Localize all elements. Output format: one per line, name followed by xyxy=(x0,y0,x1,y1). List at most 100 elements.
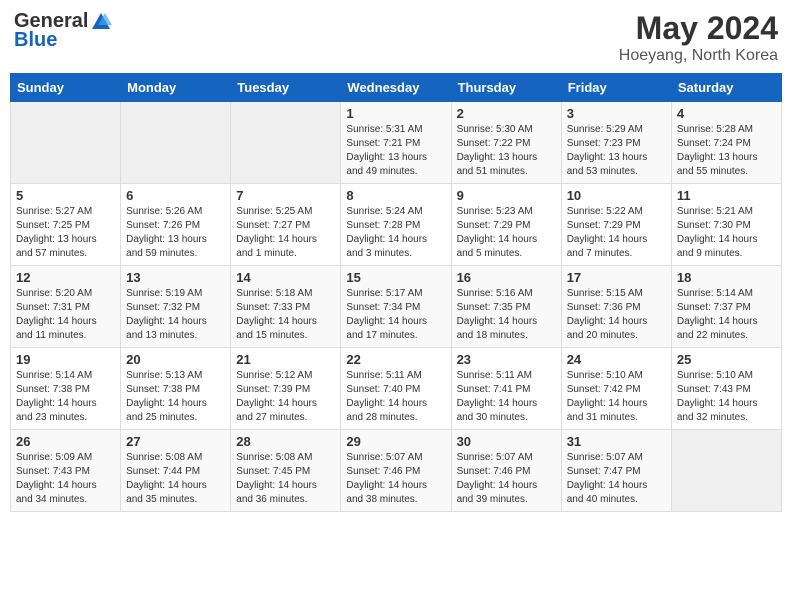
day-number: 25 xyxy=(677,352,776,367)
page-header: General Blue May 2024 Hoeyang, North Kor… xyxy=(10,10,782,65)
day-info: Sunrise: 5:08 AMSunset: 7:45 PMDaylight:… xyxy=(236,451,335,507)
day-info: Sunrise: 5:28 AMSunset: 7:24 PMDaylight:… xyxy=(677,123,776,179)
day-number: 28 xyxy=(236,434,335,449)
day-info: Sunrise: 5:27 AMSunset: 7:25 PMDaylight:… xyxy=(16,205,115,261)
day-info: Sunrise: 5:15 AMSunset: 7:36 PMDaylight:… xyxy=(567,287,666,343)
header-monday: Monday xyxy=(121,74,231,102)
day-info: Sunrise: 5:31 AMSunset: 7:21 PMDaylight:… xyxy=(346,123,445,179)
day-number: 11 xyxy=(677,188,776,203)
calendar-week-4: 19Sunrise: 5:14 AMSunset: 7:38 PMDayligh… xyxy=(11,348,782,430)
day-number: 8 xyxy=(346,188,445,203)
day-info: Sunrise: 5:07 AMSunset: 7:46 PMDaylight:… xyxy=(346,451,445,507)
day-info: Sunrise: 5:16 AMSunset: 7:35 PMDaylight:… xyxy=(457,287,556,343)
day-number: 10 xyxy=(567,188,666,203)
day-number: 9 xyxy=(457,188,556,203)
day-info: Sunrise: 5:10 AMSunset: 7:42 PMDaylight:… xyxy=(567,369,666,425)
day-info: Sunrise: 5:07 AMSunset: 7:46 PMDaylight:… xyxy=(457,451,556,507)
day-number: 14 xyxy=(236,270,335,285)
day-info: Sunrise: 5:07 AMSunset: 7:47 PMDaylight:… xyxy=(567,451,666,507)
calendar-cell: 30 Sunrise: 5:07 AMSunset: 7:46 PMDayligh… xyxy=(451,430,561,512)
logo-icon xyxy=(90,11,112,33)
calendar-cell: 24 Sunrise: 5:10 AMSunset: 7:42 PMDayligh… xyxy=(561,348,671,430)
day-number: 12 xyxy=(16,270,115,285)
calendar-cell: 31Sunrise: 5:07 AMSunset: 7:47 PMDayligh… xyxy=(561,430,671,512)
calendar-cell xyxy=(231,102,341,184)
calendar-cell: 6Sunrise: 5:26 AMSunset: 7:26 PMDaylight… xyxy=(121,184,231,266)
calendar-cell xyxy=(121,102,231,184)
day-info: Sunrise: 5:17 AMSunset: 7:34 PMDaylight:… xyxy=(346,287,445,343)
header-wednesday: Wednesday xyxy=(341,74,451,102)
calendar-cell: 14Sunrise: 5:18 AMSunset: 7:33 PMDayligh… xyxy=(231,266,341,348)
day-number: 2 xyxy=(457,106,556,121)
day-info: Sunrise: 5:21 AMSunset: 7:30 PMDaylight:… xyxy=(677,205,776,261)
day-info: Sunrise: 5:08 AMSunset: 7:44 PMDaylight:… xyxy=(126,451,225,507)
calendar-cell: 1 Sunrise: 5:31 AMSunset: 7:21 PMDaylight… xyxy=(341,102,451,184)
day-number: 1 xyxy=(346,106,445,121)
calendar-week-2: 5 Sunrise: 5:27 AMSunset: 7:25 PMDaylight… xyxy=(11,184,782,266)
calendar-cell: 28 Sunrise: 5:08 AMSunset: 7:45 PMDayligh… xyxy=(231,430,341,512)
day-number: 24 xyxy=(567,352,666,367)
day-number: 18 xyxy=(677,270,776,285)
day-number: 5 xyxy=(16,188,115,203)
day-number: 21 xyxy=(236,352,335,367)
calendar-cell: 11 Sunrise: 5:21 AMSunset: 7:30 PMDayligh… xyxy=(671,184,781,266)
calendar-cell xyxy=(11,102,121,184)
day-info: Sunrise: 5:26 AMSunset: 7:26 PMDaylight:… xyxy=(126,205,225,261)
calendar-cell: 12 Sunrise: 5:20 AMSunset: 7:31 PMDayligh… xyxy=(11,266,121,348)
calendar-title: May 2024 xyxy=(619,10,778,47)
day-info: Sunrise: 5:29 AMSunset: 7:23 PMDaylight:… xyxy=(567,123,666,179)
calendar-subtitle: Hoeyang, North Korea xyxy=(619,47,778,65)
calendar-cell: 29 Sunrise: 5:07 AMSunset: 7:46 PMDayligh… xyxy=(341,430,451,512)
calendar-week-3: 12 Sunrise: 5:20 AMSunset: 7:31 PMDayligh… xyxy=(11,266,782,348)
day-info: Sunrise: 5:24 AMSunset: 7:28 PMDaylight:… xyxy=(346,205,445,261)
day-number: 30 xyxy=(457,434,556,449)
day-info: Sunrise: 5:19 AMSunset: 7:32 PMDaylight:… xyxy=(126,287,225,343)
day-info: Sunrise: 5:25 AMSunset: 7:27 PMDaylight:… xyxy=(236,205,335,261)
logo: General Blue xyxy=(14,10,112,52)
calendar-cell: 27 Sunrise: 5:08 AMSunset: 7:44 PMDayligh… xyxy=(121,430,231,512)
calendar-cell: 5 Sunrise: 5:27 AMSunset: 7:25 PMDaylight… xyxy=(11,184,121,266)
header-thursday: Thursday xyxy=(451,74,561,102)
calendar-cell: 18 Sunrise: 5:14 AMSunset: 7:37 PMDayligh… xyxy=(671,266,781,348)
day-info: Sunrise: 5:09 AMSunset: 7:43 PMDaylight:… xyxy=(16,451,115,507)
calendar-header-row: Sunday Monday Tuesday Wednesday Thursday… xyxy=(11,74,782,102)
day-info: Sunrise: 5:11 AMSunset: 7:40 PMDaylight:… xyxy=(346,369,445,425)
calendar-cell: 8 Sunrise: 5:24 AMSunset: 7:28 PMDaylight… xyxy=(341,184,451,266)
calendar-cell: 3 Sunrise: 5:29 AMSunset: 7:23 PMDaylight… xyxy=(561,102,671,184)
header-friday: Friday xyxy=(561,74,671,102)
calendar-cell: 10 Sunrise: 5:22 AMSunset: 7:29 PMDayligh… xyxy=(561,184,671,266)
day-info: Sunrise: 5:12 AMSunset: 7:39 PMDaylight:… xyxy=(236,369,335,425)
day-info: Sunrise: 5:22 AMSunset: 7:29 PMDaylight:… xyxy=(567,205,666,261)
day-number: 29 xyxy=(346,434,445,449)
logo-blue: Blue xyxy=(14,29,57,52)
day-number: 3 xyxy=(567,106,666,121)
day-info: Sunrise: 5:11 AMSunset: 7:41 PMDaylight:… xyxy=(457,369,556,425)
calendar-cell: 13Sunrise: 5:19 AMSunset: 7:32 PMDayligh… xyxy=(121,266,231,348)
calendar-cell: 26Sunrise: 5:09 AMSunset: 7:43 PMDayligh… xyxy=(11,430,121,512)
day-number: 15 xyxy=(346,270,445,285)
day-info: Sunrise: 5:10 AMSunset: 7:43 PMDaylight:… xyxy=(677,369,776,425)
calendar-cell: 9 Sunrise: 5:23 AMSunset: 7:29 PMDaylight… xyxy=(451,184,561,266)
calendar-cell: 15 Sunrise: 5:17 AMSunset: 7:34 PMDayligh… xyxy=(341,266,451,348)
calendar-cell: 2Sunrise: 5:30 AMSunset: 7:22 PMDaylight… xyxy=(451,102,561,184)
day-number: 7 xyxy=(236,188,335,203)
day-number: 16 xyxy=(457,270,556,285)
day-info: Sunrise: 5:20 AMSunset: 7:31 PMDaylight:… xyxy=(16,287,115,343)
day-number: 27 xyxy=(126,434,225,449)
calendar-cell: 16 Sunrise: 5:16 AMSunset: 7:35 PMDayligh… xyxy=(451,266,561,348)
day-info: Sunrise: 5:13 AMSunset: 7:38 PMDaylight:… xyxy=(126,369,225,425)
calendar-cell: 19Sunrise: 5:14 AMSunset: 7:38 PMDayligh… xyxy=(11,348,121,430)
day-number: 17 xyxy=(567,270,666,285)
day-info: Sunrise: 5:23 AMSunset: 7:29 PMDaylight:… xyxy=(457,205,556,261)
calendar-week-1: 1 Sunrise: 5:31 AMSunset: 7:21 PMDaylight… xyxy=(11,102,782,184)
header-tuesday: Tuesday xyxy=(231,74,341,102)
calendar-cell: 21 Sunrise: 5:12 AMSunset: 7:39 PMDayligh… xyxy=(231,348,341,430)
calendar-cell: 4Sunrise: 5:28 AMSunset: 7:24 PMDaylight… xyxy=(671,102,781,184)
day-number: 23 xyxy=(457,352,556,367)
day-info: Sunrise: 5:14 AMSunset: 7:37 PMDaylight:… xyxy=(677,287,776,343)
day-number: 22 xyxy=(346,352,445,367)
calendar-cell: 20 Sunrise: 5:13 AMSunset: 7:38 PMDayligh… xyxy=(121,348,231,430)
day-number: 20 xyxy=(126,352,225,367)
day-info: Sunrise: 5:14 AMSunset: 7:38 PMDaylight:… xyxy=(16,369,115,425)
calendar-cell: 22 Sunrise: 5:11 AMSunset: 7:40 PMDayligh… xyxy=(341,348,451,430)
